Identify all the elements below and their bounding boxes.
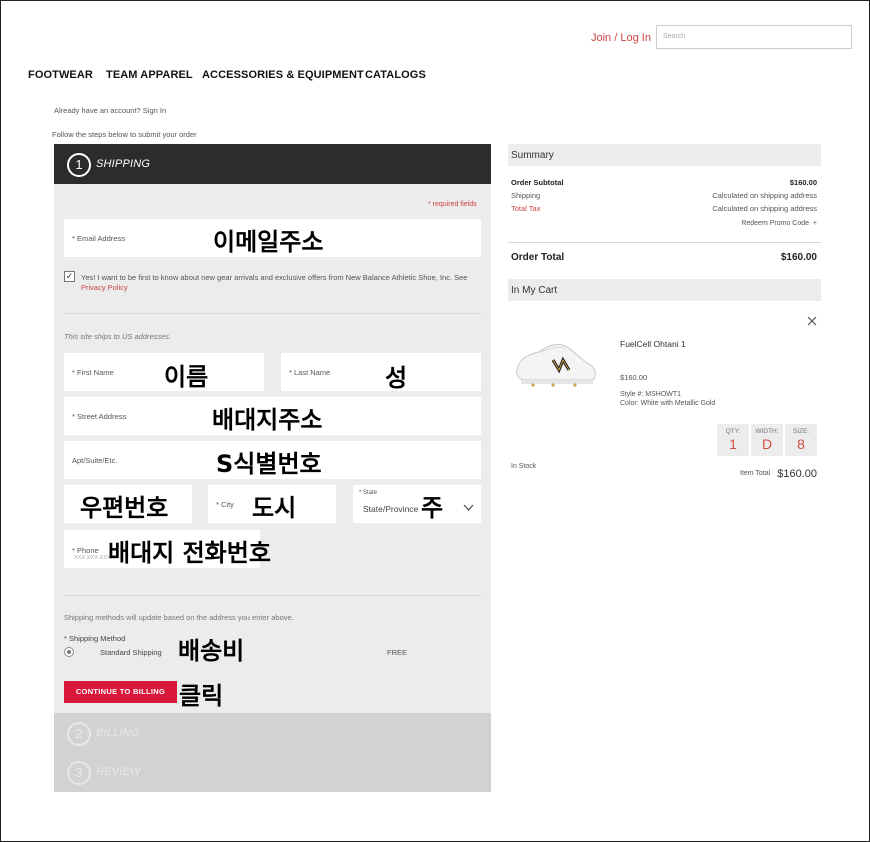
order-subtotal-label: Order Subtotal — [511, 178, 564, 187]
width-label: WIDTH: — [755, 428, 779, 435]
apt-suite-annotation: S식별번호 — [216, 450, 322, 478]
phone-field[interactable]: * Phone XXX-XXX-XXXX 배대지 전화번호 — [64, 530, 271, 568]
zip-field[interactable]: * Zip 우편번호 — [64, 485, 192, 523]
product-name[interactable]: FuelCell Ohtani 1 — [620, 339, 686, 349]
shipping-value: Calculated on shipping address — [712, 191, 817, 200]
size-value: 8 — [797, 436, 805, 452]
shipping-annotation: 배송비 — [178, 637, 245, 665]
search-input[interactable]: Search — [656, 25, 852, 49]
size-box[interactable]: SIZE: 8 — [785, 424, 817, 456]
product-color: Color: White with Metallic Gold — [620, 400, 716, 407]
state-label: * State — [359, 490, 378, 496]
step-shipping-header: 1 SHIPPING — [54, 144, 491, 184]
step-billing-label: BILLING — [96, 727, 140, 739]
first-name-field[interactable]: * First Name 이름 — [64, 353, 264, 391]
chevron-down-icon — [463, 504, 474, 511]
continue-to-billing-button[interactable]: CONTINUE TO BILLING — [64, 681, 177, 703]
inactive-steps: 2 BILLING 3 REVIEW — [54, 713, 491, 792]
qty-box[interactable]: QTY: 1 — [717, 424, 749, 456]
street-address-field[interactable]: * Street Address 배대지주소 — [64, 397, 481, 435]
email-field[interactable]: * Email Address 이메일주소 — [64, 219, 481, 257]
redeem-promo-link[interactable]: Redeem Promo Code + — [741, 220, 817, 227]
last-name-label: * Last Name — [289, 368, 331, 377]
shipping-option-label[interactable]: Standard Shipping — [100, 648, 162, 657]
email-annotation: 이메일주소 — [213, 228, 324, 256]
step-number-1: 1 — [67, 153, 91, 177]
step-review-label: REVIEW — [96, 766, 141, 778]
order-subtotal-value: $160.00 — [789, 178, 817, 187]
width-box[interactable]: WIDTH: D — [751, 424, 783, 456]
last-name-field[interactable]: * Last Name 성 — [281, 353, 481, 392]
click-annotation: 클릭 — [179, 682, 224, 710]
size-label: SIZE: — [792, 428, 810, 435]
account-prompt[interactable]: Already have an account? Sign In — [54, 106, 166, 115]
newsletter-text: Yes! I want to be first to know about ne… — [81, 273, 468, 292]
shipping-price: FREE — [387, 648, 408, 657]
section-divider — [64, 595, 481, 596]
state-annotation: 주 — [421, 494, 444, 522]
step-number-2: 2 — [67, 722, 91, 746]
total-tax-value: Calculated on shipping address — [712, 204, 817, 213]
zip-annotation: 우편번호 — [80, 494, 169, 522]
total-tax-label[interactable]: Total Tax — [511, 204, 540, 213]
qty-value: 1 — [729, 436, 737, 452]
state-select[interactable]: * State State/Province 주 — [353, 485, 481, 523]
city-annotation: 도시 — [252, 494, 297, 522]
apt-suite-label: Apt/Suite/Etc. — [72, 456, 118, 465]
email-label: * Email Address — [72, 234, 125, 243]
qty-label: QTY: — [725, 428, 741, 435]
street-address-label: * Street Address — [72, 412, 127, 421]
plus-icon: + — [812, 220, 817, 227]
nav-catalogs[interactable]: CATALOGS — [365, 69, 426, 81]
steps-prompt: Follow the steps below to submit your or… — [52, 130, 197, 139]
nav-footwear[interactable]: FOOTWEAR — [28, 69, 93, 81]
shipping-method-label: * Shipping Method — [64, 634, 126, 643]
street-address-annotation: 배대지주소 — [212, 406, 323, 434]
order-total-value: $160.00 — [780, 252, 817, 263]
cart-header: In My Cart — [508, 279, 821, 301]
width-value: D — [761, 436, 773, 452]
step-number-3: 3 — [67, 761, 91, 785]
shipping-label: Shipping — [511, 191, 541, 200]
nav-team-apparel[interactable]: TEAM APPAREL — [106, 69, 193, 81]
apt-suite-field[interactable]: Apt/Suite/Etc. S식별번호 — [64, 441, 481, 479]
shoe-product-image[interactable] — [513, 336, 599, 388]
phone-label: * Phone — [72, 546, 99, 555]
city-label: * City — [216, 500, 234, 509]
stock-status: In Stock — [511, 463, 537, 470]
order-total-label: Order Total — [511, 252, 565, 263]
item-total-value: $160.00 — [777, 468, 817, 480]
state-value: State/Province — [363, 504, 419, 514]
first-name-annotation: 이름 — [164, 363, 209, 391]
required-fields-note: * required fields — [428, 201, 477, 208]
section-divider — [64, 313, 481, 314]
item-total-label: Item Total — [740, 470, 771, 477]
last-name-annotation: 성 — [385, 364, 408, 392]
phone-annotation: 배대지 전화번호 — [108, 539, 271, 567]
nav-accessories-equipment[interactable]: ACCESSORIES & EQUIPMENT — [202, 69, 364, 81]
product-price: $160.00 — [620, 373, 648, 382]
first-name-label: * First Name — [72, 368, 114, 377]
step-shipping-label: SHIPPING — [96, 158, 151, 170]
summary-divider — [508, 242, 821, 243]
summary-header: Summary — [508, 144, 821, 166]
close-icon[interactable] — [807, 316, 817, 326]
newsletter-checkbox[interactable]: ✓ — [64, 271, 75, 282]
join-login-link[interactable]: Join / Log In — [591, 32, 651, 44]
shipping-update-note: Shipping methods will update based on th… — [64, 613, 294, 622]
ships-note: This site ships to US addresses. — [64, 332, 172, 341]
product-style: Style #: MSHOWT1 — [620, 391, 682, 398]
privacy-policy-link[interactable]: Privacy Policy — [81, 283, 128, 292]
city-field[interactable]: * City 도시 — [208, 485, 336, 523]
shipping-radio[interactable] — [64, 647, 74, 657]
